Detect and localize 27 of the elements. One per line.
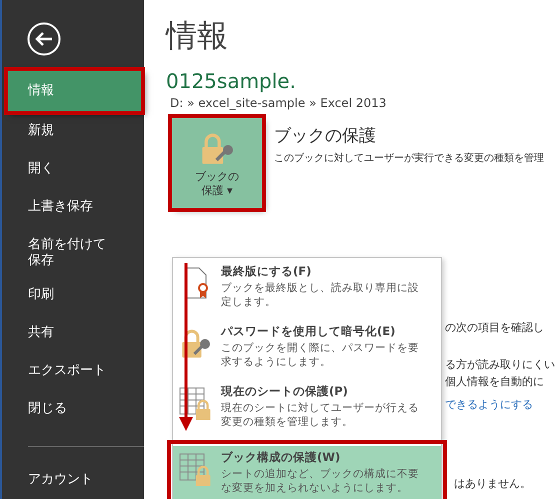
menu-item[interactable]: 現在のシートの保護(P) 現在のシートに対してユーザーが行える変更の種類を管理します。 (173, 380, 441, 440)
caret-icon: ▾ (223, 184, 233, 197)
sidebar-item[interactable]: アカウント (2, 461, 144, 499)
page-title: 情報 (166, 17, 229, 56)
file-path: D: » excel_site-sample » Excel 2013 (170, 96, 388, 110)
grid-lock-icon (179, 452, 213, 486)
info-text: 個人情報を自動的に (445, 374, 544, 389)
sidebar-item[interactable]: エクスポート (2, 352, 144, 390)
info-text: る方が読み取りにくい (445, 357, 555, 372)
menu-item[interactable]: ブック構成の保護(W) シートの追加など、ブックの構成に不要な変更を加えられないようにします。 (173, 446, 441, 499)
info-text: の次の項目を確認し (445, 320, 544, 335)
section-description: このブックに対してユーザーが実行できる変更の種類を管理 (274, 152, 544, 165)
link[interactable]: できるようにする (445, 397, 533, 412)
file-name: 0125sample. (166, 68, 297, 94)
sidebar-item[interactable]: 新規 (2, 112, 144, 150)
protect-workbook-button[interactable]: ブックの保護 ▾ (172, 118, 262, 208)
sidebar-item[interactable]: 上書き保存 (2, 188, 144, 226)
sidebar-item[interactable]: 印刷 (2, 276, 144, 314)
grid-lock-icon (179, 386, 213, 420)
info-text: はありません。 (454, 476, 531, 491)
sidebar-item[interactable]: 名前を付けて保存 (2, 226, 144, 276)
sidebar-item[interactable]: 情報 (7, 70, 142, 112)
back-icon[interactable] (27, 22, 61, 56)
sidebar-item[interactable]: 閉じる (2, 390, 144, 428)
sidebar-item[interactable]: 共有 (2, 314, 144, 352)
section-heading: ブックの保護 (274, 125, 377, 147)
sidebar-item[interactable]: 開く (2, 150, 144, 188)
